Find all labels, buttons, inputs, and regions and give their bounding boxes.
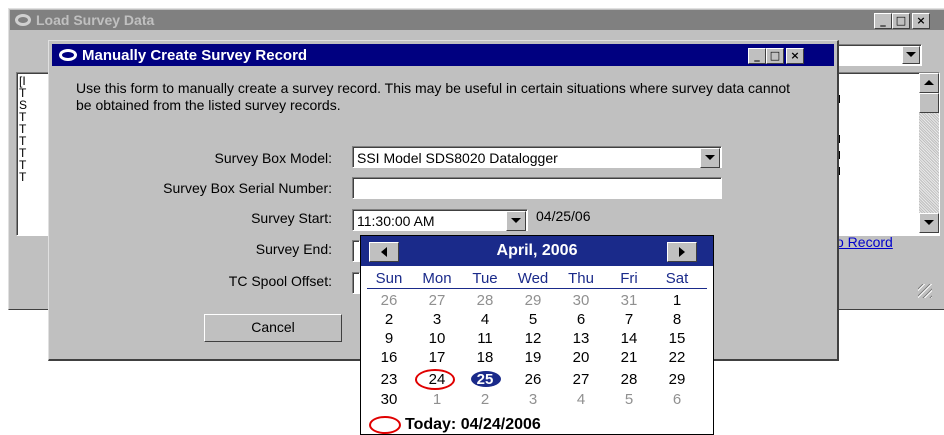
next-month-button[interactable] (667, 242, 697, 262)
calendar-day[interactable]: 13 (557, 329, 605, 348)
calendar-day[interactable]: 26 (509, 370, 557, 389)
calendar-day[interactable]: 10 (413, 329, 461, 348)
calendar-day[interactable]: 30 (365, 390, 413, 409)
calendar-day[interactable]: 17 (413, 348, 461, 367)
dialog-close-button[interactable]: × (786, 48, 804, 64)
today-ring-icon (369, 416, 401, 434)
outer-list-scrollbar[interactable] (919, 73, 939, 233)
calendar-day[interactable]: 11 (461, 329, 509, 348)
calendar-day[interactable]: 1 (653, 291, 701, 310)
outer-minimize-button[interactable]: _ (874, 13, 892, 29)
calendar-day[interactable]: 19 (509, 348, 557, 367)
calendar-day[interactable]: 26 (365, 291, 413, 310)
offset-input[interactable] (352, 272, 360, 294)
calendar-day[interactable]: 6 (653, 390, 701, 409)
app-logo-icon (15, 14, 31, 26)
chevron-left-icon (381, 247, 387, 257)
end-label: Survey End: (255, 241, 332, 257)
calendar-day[interactable]: 29 (653, 370, 701, 389)
calendar-day[interactable]: 28 (461, 291, 509, 310)
scroll-thumb[interactable] (919, 93, 939, 113)
calendar-day[interactable]: 30 (557, 291, 605, 310)
scroll-up-button[interactable] (919, 73, 939, 93)
day-of-week: Sat (665, 270, 689, 287)
chevron-down-icon[interactable] (700, 148, 720, 168)
calendar-day[interactable]: 12 (509, 329, 557, 348)
app-logo-icon (59, 49, 77, 61)
calendar-day[interactable]: 27 (557, 370, 605, 389)
start-date-value: 04/25/06 (536, 208, 591, 224)
calendar-dropdown[interactable]: April, 2006 Sun Mon Tue Wed Thu Fri Sat … (360, 235, 714, 435)
calendar-day[interactable]: 15 (653, 329, 701, 348)
calendar-day[interactable]: 3 (413, 310, 461, 329)
calendar-day[interactable]: 2 (365, 310, 413, 329)
calendar-day[interactable]: 6 (557, 310, 605, 329)
outer-maximize-button[interactable]: □ (892, 13, 910, 29)
calendar-day[interactable]: 27 (413, 291, 461, 310)
serial-input[interactable] (352, 177, 722, 199)
outer-window-title: Load Survey Data (36, 12, 155, 28)
calendar-day[interactable]: 5 (605, 390, 653, 409)
outer-list-box-right[interactable] (836, 72, 940, 236)
calendar-day[interactable]: 9 (365, 329, 413, 348)
calendar-day[interactable]: 3 (509, 390, 557, 409)
prev-month-button[interactable] (369, 242, 399, 262)
start-label: Survey Start: (251, 210, 332, 226)
calendar-day[interactable]: 4 (557, 390, 605, 409)
day-of-week: Mon (422, 270, 452, 287)
dialog-maximize-button[interactable]: □ (766, 48, 784, 64)
start-time-value: 11:30:00 AM (357, 213, 435, 229)
chevron-down-icon[interactable] (506, 211, 526, 231)
calendar-day[interactable]: 28 (605, 370, 653, 389)
day-of-week: Fri (620, 270, 638, 287)
scroll-down-button[interactable] (919, 213, 939, 233)
calendar-day-selected[interactable]: 25 (461, 370, 509, 389)
today-label[interactable]: Today: 04/24/2006 (405, 416, 541, 434)
day-of-week: Tue (472, 270, 498, 287)
calendar-day[interactable]: 31 (605, 291, 653, 310)
cancel-button[interactable]: Cancel (204, 314, 342, 342)
box-model-select[interactable]: SSI Model SDS8020 Datalogger (352, 146, 722, 168)
outer-close-button[interactable]: × (912, 13, 930, 29)
dialog-description: Use this form to manually create a surve… (76, 80, 791, 113)
outer-dropdown-button[interactable] (902, 46, 920, 64)
start-time-select[interactable]: 11:30:00 AM (352, 209, 528, 231)
outer-title-bar: Load Survey Data (10, 10, 944, 30)
create-record-link[interactable]: o Record (836, 234, 893, 250)
day-of-week: Thu (568, 270, 594, 287)
calendar-day[interactable]: 7 (605, 310, 653, 329)
calendar-month-title: April, 2006 (496, 242, 578, 259)
resize-grip[interactable] (918, 284, 932, 298)
day-of-week: Sun (375, 270, 403, 287)
calendar-day[interactable]: 14 (605, 329, 653, 348)
box-model-value: SSI Model SDS8020 Datalogger (357, 150, 558, 166)
dialog-title-bar: Manually Create Survey Record (52, 44, 834, 66)
calendar-day[interactable]: 22 (653, 348, 701, 367)
box-model-label: Survey Box Model: (214, 150, 333, 166)
calendar-day[interactable]: 16 (365, 348, 413, 367)
calendar-day[interactable]: 1 (413, 390, 461, 409)
calendar-day-today[interactable]: 24 (413, 370, 461, 389)
calendar-day[interactable]: 2 (461, 390, 509, 409)
calendar-day[interactable]: 20 (557, 348, 605, 367)
calendar-day[interactable]: 29 (509, 291, 557, 310)
dialog-title: Manually Create Survey Record (82, 46, 308, 64)
calendar-day[interactable]: 5 (509, 310, 557, 329)
day-header-divider (367, 288, 707, 289)
end-time-select[interactable] (352, 240, 360, 262)
calendar-day[interactable]: 21 (605, 348, 653, 367)
serial-label: Survey Box Serial Number: (163, 180, 332, 196)
calendar-day[interactable]: 4 (461, 310, 509, 329)
outer-dropdown[interactable] (836, 44, 922, 66)
list-fragment: T (19, 170, 27, 184)
calendar-header: April, 2006 (361, 236, 713, 266)
dialog-minimize-button[interactable]: _ (748, 48, 766, 64)
offset-label: TC Spool Offset: (228, 273, 332, 289)
calendar-day[interactable]: 18 (461, 348, 509, 367)
calendar-day[interactable]: 23 (365, 370, 413, 389)
day-of-week: Wed (517, 270, 549, 287)
calendar-day[interactable]: 8 (653, 310, 701, 329)
chevron-right-icon (679, 247, 685, 257)
